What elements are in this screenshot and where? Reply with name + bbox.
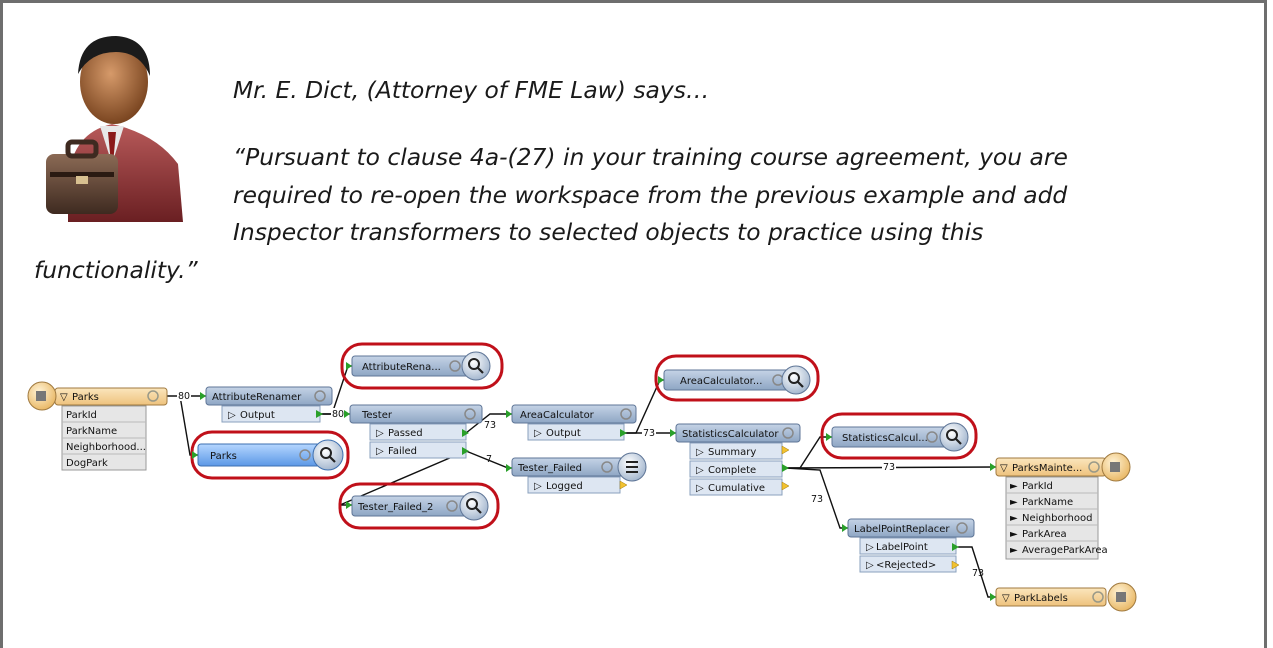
svg-text:Failed: Failed: [388, 446, 417, 457]
svg-text:►: ►: [1010, 497, 1018, 508]
count-label: 73: [883, 462, 895, 473]
svg-text:ParkId: ParkId: [1022, 481, 1053, 492]
svg-text:▷: ▷: [866, 542, 874, 553]
svg-text:ParksMainte...: ParksMainte...: [1012, 463, 1082, 474]
attr-item: DogPark: [66, 458, 108, 469]
count-label: 73: [972, 568, 984, 579]
svg-text:AreaCalculator: AreaCalculator: [520, 410, 595, 421]
svg-text:▽: ▽: [1002, 593, 1010, 604]
inspector-parks[interactable]: Parks: [190, 430, 350, 480]
svg-text:ParkLabels: ParkLabels: [1014, 593, 1068, 604]
inspector-tester-failed-2[interactable]: Tester_Failed_2: [338, 482, 500, 530]
svg-text:Tester_Failed_2: Tester_Failed_2: [357, 502, 433, 513]
attr-item: ParkName: [66, 426, 117, 437]
svg-text:LabelPoint: LabelPoint: [876, 542, 928, 553]
magnifier-icon: [459, 491, 489, 521]
transformer-tester-failed[interactable]: Tester_Failed ▷ Logged: [511, 452, 647, 494]
svg-text:<Rejected>: <Rejected>: [876, 560, 936, 571]
inspector-attribute-renamer[interactable]: AttributeRena...: [340, 342, 504, 390]
svg-text:Passed: Passed: [388, 428, 423, 439]
svg-text:▽: ▽: [1000, 463, 1008, 474]
writer-parks-attributes: ► ParkId ► ParkName ► Neighborhood ► ParkAre…: [1005, 476, 1108, 560]
svg-text:▷: ▷: [228, 410, 236, 421]
magnifier-icon: [781, 365, 811, 395]
svg-text:Neighborhood: Neighborhood: [1022, 513, 1092, 524]
transformer-area-calculator[interactable]: AreaCalculator ▷ Output: [511, 404, 637, 441]
svg-text:ParkArea: ParkArea: [1022, 529, 1067, 540]
count-label: 73: [811, 494, 823, 505]
svg-text:►: ►: [1010, 481, 1018, 492]
fme-workspace-canvas[interactable]: 80 80 73 7 73 73 73 73 Parks ▽ ParkId Pa…: [0, 0, 1273, 648]
count-label: 73: [643, 428, 655, 439]
svg-text:▷: ▷: [696, 483, 704, 494]
count-label: 73: [484, 420, 496, 431]
attr-item: ParkId: [66, 410, 97, 421]
svg-text:Parks: Parks: [210, 451, 237, 462]
svg-text:StatisticsCalculator: StatisticsCalculator: [682, 429, 779, 440]
reader-parks-title: Parks: [72, 392, 99, 403]
magnifier-icon: [939, 422, 969, 452]
count-label: 80: [332, 409, 344, 420]
svg-text:Complete: Complete: [708, 465, 756, 476]
svg-text:▷: ▷: [376, 446, 384, 457]
attr-item: Neighborhood...: [66, 442, 146, 453]
svg-text:AverageParkArea: AverageParkArea: [1022, 545, 1108, 556]
svg-text:LabelPointReplacer: LabelPointReplacer: [854, 524, 950, 535]
svg-text:▷: ▷: [376, 428, 384, 439]
svg-text:►: ►: [1010, 545, 1018, 556]
svg-text:►: ►: [1010, 513, 1018, 524]
inspector-area-calculator[interactable]: AreaCalculator...: [654, 354, 820, 402]
svg-text:▷: ▷: [866, 560, 874, 571]
count-label: 7: [486, 454, 492, 465]
svg-text:▽: ▽: [60, 392, 68, 403]
reader-parks-attributes: ParkId ParkName Neighborhood... DogPark: [61, 405, 147, 471]
svg-text:▷: ▷: [534, 428, 542, 439]
svg-text:AttributeRena...: AttributeRena...: [362, 362, 441, 373]
transformer-attribute-renamer[interactable]: AttributeRenamer ▷ Output: [205, 386, 333, 423]
svg-text:Output: Output: [240, 410, 275, 421]
magnifier-icon: [312, 439, 344, 471]
inspector-statistics-calculator[interactable]: StatisticsCalcul...: [820, 412, 978, 460]
svg-text:StatisticsCalcul...: StatisticsCalcul...: [842, 433, 928, 444]
svg-text:Tester: Tester: [361, 410, 393, 421]
svg-text:Cumulative: Cumulative: [708, 483, 765, 494]
transformer-statistics-calculator[interactable]: StatisticsCalculator ▷ Summary ▷ Complete …: [675, 423, 801, 496]
writer-park-labels[interactable]: ▽ ParkLabels: [995, 582, 1137, 612]
svg-text:▷: ▷: [534, 481, 542, 492]
svg-text:Logged: Logged: [546, 481, 583, 492]
svg-text:▷: ▷: [696, 465, 704, 476]
writer-parks-maintenance[interactable]: ▽ ParksMainte... ► ParkId ► ParkName ► Neig…: [995, 452, 1131, 560]
reader-parks[interactable]: Parks ▽ ParkId ParkName Neighborhood... …: [27, 381, 168, 471]
svg-text:►: ►: [1010, 529, 1018, 540]
svg-text:Output: Output: [546, 428, 581, 439]
svg-text:Tester_Failed: Tester_Failed: [517, 463, 582, 474]
svg-text:ParkName: ParkName: [1022, 497, 1073, 508]
svg-text:▷: ▷: [696, 447, 704, 458]
svg-text:AttributeRenamer: AttributeRenamer: [212, 392, 302, 403]
svg-text:Summary: Summary: [708, 447, 756, 458]
svg-text:AreaCalculator...: AreaCalculator...: [680, 376, 762, 387]
count-label: 80: [178, 391, 190, 402]
magnifier-icon: [461, 351, 491, 381]
